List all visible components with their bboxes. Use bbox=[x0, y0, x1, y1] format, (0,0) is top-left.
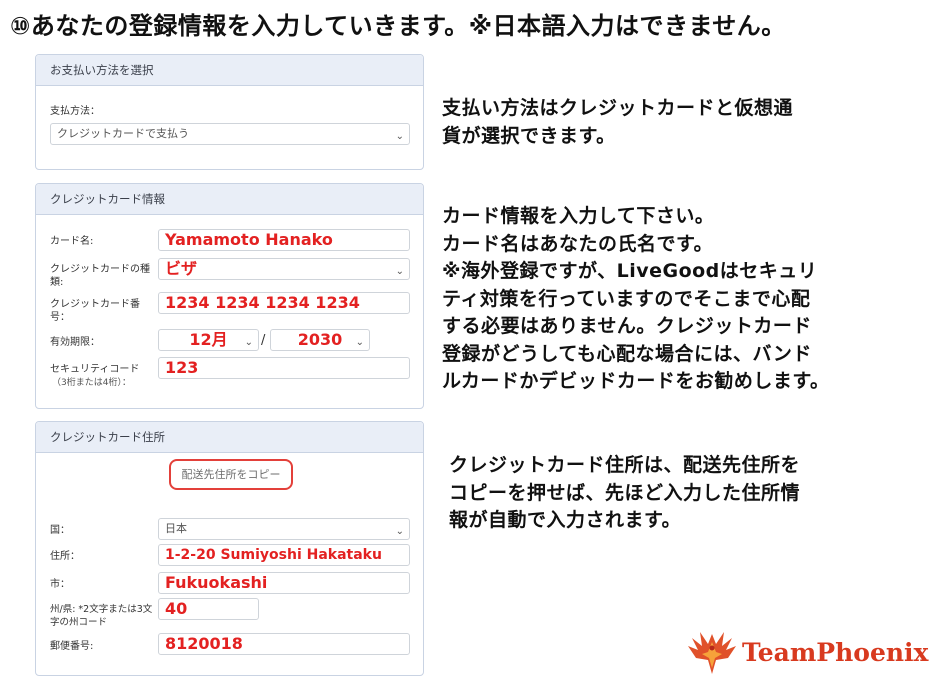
chevron-down-icon: ⌄ bbox=[395, 266, 404, 277]
payment-method-panel: お支払い方法を選択 支払方法： クレジットカードで支払う ⌄ bbox=[35, 54, 424, 170]
card-note-line: 登録がどうしても心配な場合には、バンド bbox=[442, 342, 812, 365]
payment-note: 支払い方法はクレジットカードと仮想通 貨が選択できます。 bbox=[442, 95, 793, 150]
chevron-down-icon: ⌄ bbox=[395, 131, 404, 142]
expiry-month-select[interactable]: 12月 ⌄ bbox=[158, 329, 259, 351]
card-type-value: ビザ bbox=[165, 259, 198, 278]
card-name-label: カード名: bbox=[50, 236, 94, 247]
street-input[interactable]: 1-2-20 Sumiyoshi Hakataku bbox=[158, 544, 410, 566]
phoenix-icon bbox=[688, 632, 736, 674]
zip-input[interactable]: 8120018 bbox=[158, 633, 410, 655]
state-input[interactable]: 40 bbox=[158, 598, 259, 620]
country-select[interactable]: 日本 ⌄ bbox=[158, 518, 410, 540]
card-name-input[interactable]: Yamamoto Hanako bbox=[158, 229, 410, 251]
page-title: ⑩あなたの登録情報を入力していきます。※日本語入力はできません。 bbox=[10, 12, 786, 40]
address-note-line: 報が自動で入力されます。 bbox=[449, 509, 682, 531]
card-number-input[interactable]: 1234 1234 1234 1234 bbox=[158, 292, 410, 314]
city-input[interactable]: Fukuokashi bbox=[158, 572, 410, 594]
payment-method-select[interactable]: クレジットカードで支払う ⌄ bbox=[50, 123, 410, 145]
payment-method-value: クレジットカードで支払う bbox=[57, 127, 189, 140]
card-note-line: ルカードかデビッドカードをお勧めします。 bbox=[442, 370, 830, 392]
card-note-line: ※海外登録ですが、LiveGoodはセキュリ bbox=[442, 260, 818, 282]
chevron-down-icon: ⌄ bbox=[395, 526, 404, 537]
card-note-line: ティ対策を行っていますのでそこまで心配 bbox=[442, 287, 811, 310]
zip-label: 郵便番号: bbox=[50, 641, 94, 652]
cvc-label: セキュリティコード bbox=[50, 364, 140, 375]
brand-name: TeamPhoenix bbox=[742, 638, 929, 667]
address-note-line: コピーを押せば、先ほど入力した住所情 bbox=[449, 481, 801, 504]
card-note: カード情報を入力して下さい。 カード名はあなたの氏名です。 ※海外登録ですが、L… bbox=[442, 203, 830, 396]
copy-shipping-address-button[interactable]: 配送先住所をコピー bbox=[169, 459, 293, 490]
billing-address-panel: クレジットカード住所 配送先住所をコピー 国： 日本 ⌄ 住所： 1-2-20 … bbox=[35, 421, 424, 676]
country-label: 国： bbox=[50, 525, 70, 536]
address-note: クレジットカード住所は、配送先住所を コピーを押せば、先ほど入力した住所情 報が… bbox=[449, 452, 800, 535]
country-value: 日本 bbox=[165, 522, 187, 535]
expiry-month-value: 12月 bbox=[189, 330, 228, 349]
card-type-label: クレジットカードの種類: bbox=[50, 264, 150, 288]
street-label: 住所： bbox=[50, 551, 80, 562]
card-panel-header: クレジットカード情報 bbox=[36, 184, 423, 215]
state-label: 州/県: *2文字または3文字の州コード bbox=[50, 604, 153, 628]
card-note-line: カード名はあなたの氏名です。 bbox=[442, 232, 714, 255]
expiry-separator: / bbox=[261, 333, 266, 348]
payment-method-label: 支払方法： bbox=[50, 106, 100, 117]
card-info-panel: クレジットカード情報 カード名: Yamamoto Hanako クレジットカー… bbox=[35, 183, 424, 409]
card-note-line: カード情報を入力して下さい。 bbox=[442, 205, 715, 227]
expiry-year-select[interactable]: 2030 ⌄ bbox=[270, 329, 370, 351]
card-number-label: クレジットカード番号： bbox=[50, 299, 140, 323]
cvc-sublabel: （3桁または4桁）： bbox=[52, 378, 131, 388]
team-phoenix-logo: TeamPhoenix bbox=[686, 630, 936, 675]
payment-panel-header: お支払い方法を選択 bbox=[36, 55, 423, 86]
city-label: 市： bbox=[50, 579, 70, 590]
address-panel-header: クレジットカード住所 bbox=[36, 422, 423, 453]
payment-note-line: 貨が選択できます。 bbox=[442, 124, 616, 147]
card-type-select[interactable]: ビザ ⌄ bbox=[158, 258, 410, 280]
expiry-year-value: 2030 bbox=[297, 330, 343, 349]
address-note-line: クレジットカード住所は、配送先住所を bbox=[449, 454, 801, 476]
card-note-line: する必要はありません。クレジットカード bbox=[442, 315, 812, 337]
payment-note-line: 支払い方法はクレジットカードと仮想通 bbox=[442, 97, 794, 119]
expiry-label: 有効期限： bbox=[50, 337, 100, 348]
chevron-down-icon: ⌄ bbox=[355, 337, 364, 348]
cvc-input[interactable]: 123 bbox=[158, 357, 410, 379]
chevron-down-icon: ⌄ bbox=[244, 337, 253, 348]
